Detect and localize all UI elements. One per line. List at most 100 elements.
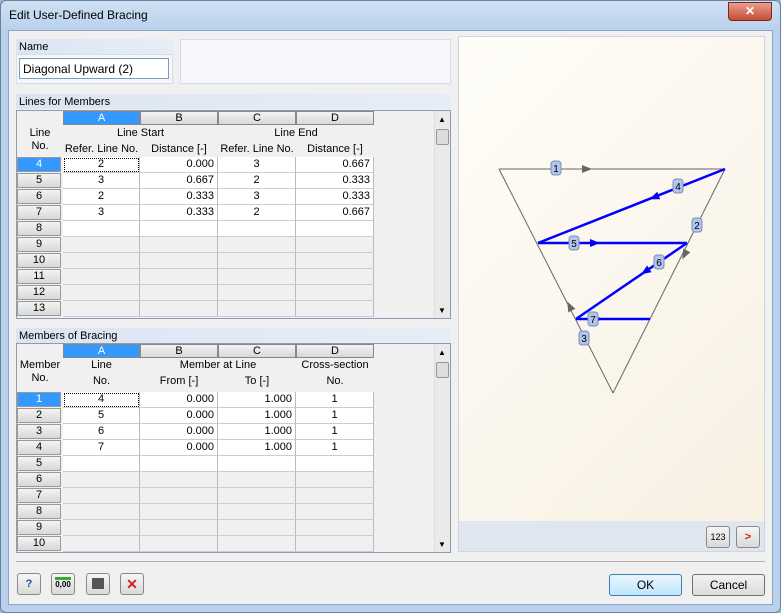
- table-cell-a[interactable]: [63, 536, 140, 552]
- table-cell-a[interactable]: [63, 221, 140, 237]
- scroll-up-arrow[interactable]: ▲: [438, 115, 446, 124]
- row-number[interactable]: 7: [17, 205, 61, 220]
- table-cell-b[interactable]: [140, 488, 218, 504]
- row-number[interactable]: 2: [17, 408, 61, 423]
- scroll-down-arrow[interactable]: ▼: [438, 306, 446, 315]
- table-cell-a[interactable]: 5: [63, 408, 140, 424]
- table-cell-d[interactable]: 1: [296, 440, 374, 456]
- table-cell-c[interactable]: 1.000: [218, 424, 296, 440]
- table-cell-d[interactable]: 0.667: [296, 205, 374, 221]
- table-cell-b[interactable]: [140, 504, 218, 520]
- row-number[interactable]: 3: [17, 424, 61, 439]
- column-header-c[interactable]: C: [218, 344, 296, 358]
- table-cell-d[interactable]: 1: [296, 408, 374, 424]
- table-cell-b[interactable]: 0.667: [140, 173, 218, 189]
- units-decimal-button[interactable]: 0,00: [51, 573, 75, 595]
- row-number[interactable]: 4: [17, 440, 61, 455]
- table-cell-c[interactable]: 1.000: [218, 408, 296, 424]
- table-cell-a[interactable]: 2: [63, 189, 140, 205]
- table-cell-d[interactable]: 1: [296, 424, 374, 440]
- table-cell-d[interactable]: 0.667: [296, 157, 374, 173]
- scroll-up-arrow[interactable]: ▲: [438, 348, 446, 357]
- row-number[interactable]: 9: [17, 237, 61, 252]
- row-number[interactable]: 6: [17, 189, 61, 204]
- table-cell-a[interactable]: 2: [63, 157, 140, 173]
- table-cell-c[interactable]: [218, 456, 296, 472]
- row-number[interactable]: 4: [17, 157, 61, 172]
- row-number[interactable]: 11: [17, 269, 61, 284]
- scroll-thumb[interactable]: [436, 362, 449, 378]
- scroll-down-arrow[interactable]: ▼: [438, 540, 446, 549]
- scroll-thumb[interactable]: [436, 129, 449, 145]
- ok-button[interactable]: OK: [609, 574, 682, 596]
- table-cell-c[interactable]: [218, 237, 296, 253]
- column-header-b[interactable]: B: [140, 344, 218, 358]
- row-number[interactable]: 13: [17, 301, 61, 316]
- table-cell-a[interactable]: [63, 488, 140, 504]
- table-cell-b[interactable]: [140, 237, 218, 253]
- row-number[interactable]: 8: [17, 221, 61, 236]
- table-cell-c[interactable]: [218, 253, 296, 269]
- table-cell-a[interactable]: [63, 253, 140, 269]
- table-cell-a[interactable]: [63, 504, 140, 520]
- delete-button[interactable]: ✕: [120, 573, 144, 595]
- table-cell-d[interactable]: [296, 456, 374, 472]
- table-cell-c[interactable]: [218, 536, 296, 552]
- table-cell-c[interactable]: [218, 472, 296, 488]
- table-cell-c[interactable]: 1.000: [218, 392, 296, 408]
- table-cell-b[interactable]: 0.000: [140, 440, 218, 456]
- numbering-toggle-button[interactable]: 123: [706, 526, 730, 548]
- row-number[interactable]: 5: [17, 456, 61, 471]
- table-cell-d[interactable]: [296, 221, 374, 237]
- cancel-button[interactable]: Cancel: [692, 574, 765, 596]
- table-cell-d[interactable]: [296, 488, 374, 504]
- table-cell-b[interactable]: [140, 269, 218, 285]
- close-button[interactable]: ✕: [728, 2, 772, 21]
- table-cell-a[interactable]: [63, 520, 140, 536]
- table-cell-a[interactable]: [63, 456, 140, 472]
- table-cell-a[interactable]: [63, 301, 140, 317]
- row-number[interactable]: 10: [17, 253, 61, 268]
- table-cell-c[interactable]: 2: [218, 205, 296, 221]
- table-cell-b[interactable]: [140, 472, 218, 488]
- table-cell-a[interactable]: 7: [63, 440, 140, 456]
- row-number[interactable]: 12: [17, 285, 61, 300]
- column-header-d[interactable]: D: [296, 111, 374, 125]
- table-cell-d[interactable]: [296, 520, 374, 536]
- table-cell-c[interactable]: [218, 285, 296, 301]
- calculator-button[interactable]: [86, 573, 110, 595]
- next-view-button[interactable]: >: [736, 526, 760, 548]
- table-cell-c[interactable]: [218, 488, 296, 504]
- table-cell-c[interactable]: 3: [218, 189, 296, 205]
- table-cell-c[interactable]: [218, 221, 296, 237]
- table-cell-a[interactable]: [63, 285, 140, 301]
- table-cell-c[interactable]: [218, 520, 296, 536]
- table-cell-c[interactable]: 3: [218, 157, 296, 173]
- table-cell-c[interactable]: [218, 269, 296, 285]
- table-cell-b[interactable]: [140, 301, 218, 317]
- row-number[interactable]: 10: [17, 536, 61, 551]
- table-cell-d[interactable]: [296, 237, 374, 253]
- table-cell-b[interactable]: [140, 536, 218, 552]
- table-cell-b[interactable]: 0.000: [140, 392, 218, 408]
- table-cell-b[interactable]: [140, 285, 218, 301]
- table-cell-a[interactable]: 3: [63, 205, 140, 221]
- column-header-a[interactable]: A: [63, 344, 140, 358]
- table-cell-d[interactable]: [296, 504, 374, 520]
- table-cell-d[interactable]: [296, 285, 374, 301]
- table-cell-a[interactable]: 6: [63, 424, 140, 440]
- table-cell-a[interactable]: [63, 269, 140, 285]
- table-cell-d[interactable]: [296, 269, 374, 285]
- row-number[interactable]: 9: [17, 520, 61, 535]
- table-cell-d[interactable]: 0.333: [296, 189, 374, 205]
- vertical-scrollbar[interactable]: ▲ ▼: [434, 111, 450, 318]
- table-cell-d[interactable]: 0.333: [296, 173, 374, 189]
- column-header-c[interactable]: C: [218, 111, 296, 125]
- row-number[interactable]: 1: [17, 392, 61, 407]
- row-number[interactable]: 5: [17, 173, 61, 188]
- table-cell-b[interactable]: [140, 253, 218, 269]
- table-cell-c[interactable]: 1.000: [218, 440, 296, 456]
- column-header-a[interactable]: A: [63, 111, 140, 125]
- table-cell-d[interactable]: 1: [296, 392, 374, 408]
- table-cell-b[interactable]: 0.000: [140, 157, 218, 173]
